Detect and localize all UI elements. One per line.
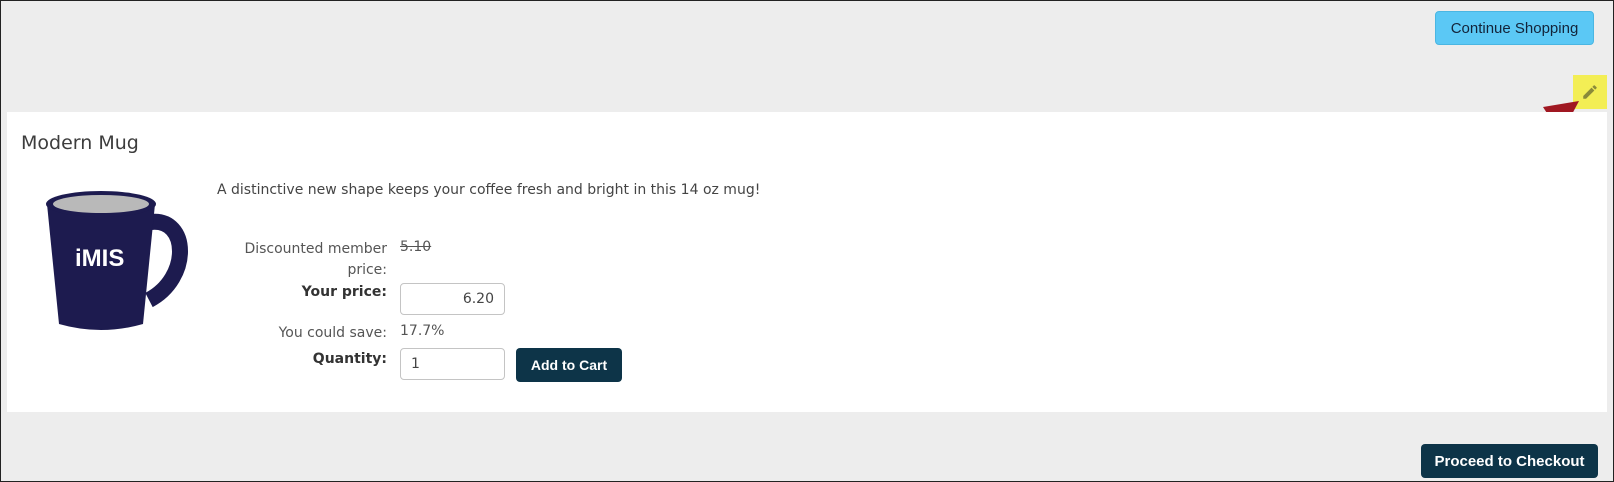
page-frame: Continue Shopping Modern Mug iMIS A dist…: [0, 0, 1614, 482]
save-value: 17.7%: [400, 323, 445, 339]
product-description: A distinctive new shape keeps your coffe…: [217, 182, 761, 198]
discount-price-label: Discounted member price:: [244, 241, 387, 278]
quantity-input[interactable]: [400, 348, 505, 380]
quantity-label: Quantity:: [312, 351, 387, 367]
product-panel: Modern Mug iMIS A distinctive new shape …: [7, 112, 1607, 412]
add-to-cart-button[interactable]: Add to Cart: [516, 348, 622, 382]
continue-shopping-button[interactable]: Continue Shopping: [1435, 11, 1594, 45]
pencil-icon: [1583, 85, 1597, 99]
product-title: Modern Mug: [21, 132, 139, 154]
discount-price-value: 5.10: [400, 239, 432, 255]
save-label: You could save:: [278, 325, 387, 341]
your-price-input[interactable]: [400, 283, 505, 315]
mug-image: iMIS: [46, 191, 188, 330]
proceed-to-checkout-button[interactable]: Proceed to Checkout: [1421, 444, 1598, 478]
mug-logo-text: iMIS: [75, 245, 124, 272]
your-price-label: Your price:: [301, 284, 387, 300]
